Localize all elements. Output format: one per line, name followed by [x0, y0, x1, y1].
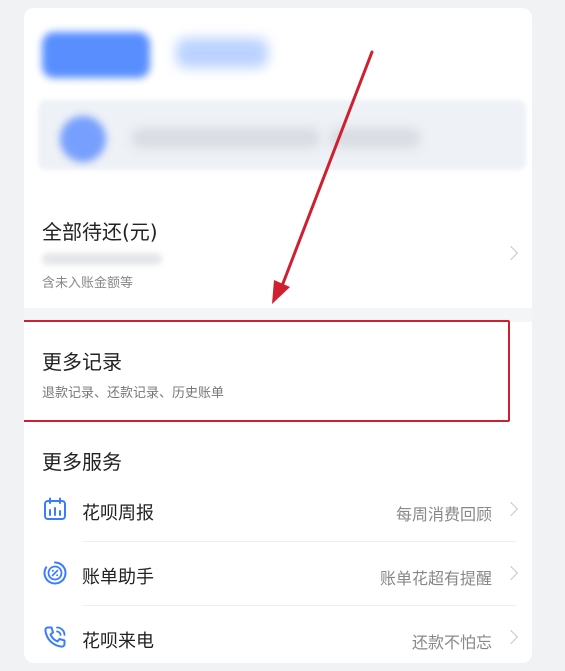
annotation-arrow	[272, 50, 374, 304]
arrow-head	[272, 280, 290, 304]
